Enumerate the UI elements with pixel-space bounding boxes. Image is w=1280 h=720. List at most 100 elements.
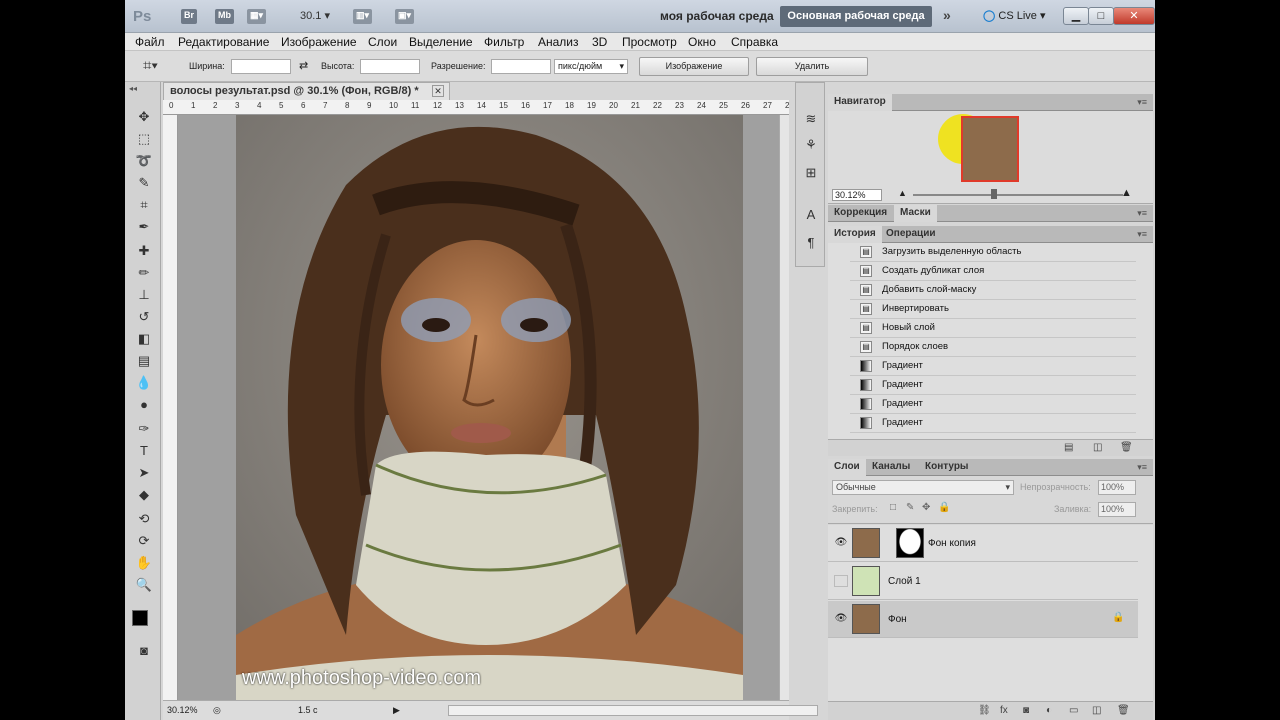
blend-mode-select[interactable]: Обычные ▾ <box>832 480 1014 495</box>
tab-history[interactable]: История <box>828 226 882 243</box>
tab-adjustments[interactable]: Коррекция <box>828 205 893 222</box>
zoom-tool-icon[interactable]: 🔍 <box>135 576 153 594</box>
clear-button[interactable]: Удалить <box>756 57 868 76</box>
layer-mask-thumbnail[interactable] <box>896 528 924 558</box>
front-image-button[interactable]: Изображение <box>639 57 749 76</box>
minibridge-button[interactable]: Mb <box>215 9 234 24</box>
quick-select-tool-icon[interactable]: ✎ <box>135 174 153 192</box>
zoom-in-icon[interactable]: ▲ <box>1121 187 1132 199</box>
marquee-tool-icon[interactable]: ⬚ <box>135 130 153 148</box>
layer-name[interactable]: Фон <box>888 614 907 625</box>
navigator-thumbnail[interactable] <box>961 116 1019 182</box>
3d-orbit-tool-icon[interactable]: ⟳ <box>135 532 153 550</box>
navigator-zoom-slider[interactable] <box>913 194 1123 196</box>
new-document-from-state-icon[interactable]: ▤ <box>1064 442 1073 453</box>
zoom-out-icon[interactable]: ▲ <box>898 188 907 198</box>
tab-actions[interactable]: Операции <box>880 226 942 243</box>
delete-layer-icon[interactable]: 🗑 <box>1117 705 1130 716</box>
character-icon[interactable]: A <box>803 207 819 223</box>
close-document-icon[interactable]: ✕ <box>432 85 444 97</box>
3d-rotate-tool-icon[interactable]: ⟲ <box>135 510 153 528</box>
menu-edit[interactable]: Редактирование <box>178 35 269 49</box>
document-image[interactable]: www.photoshop-video.com <box>236 115 743 700</box>
brush-presets-icon[interactable]: ≋ <box>803 111 819 127</box>
foreground-color-swatch[interactable] <box>132 610 148 626</box>
menu-select[interactable]: Выделение <box>409 35 473 49</box>
tab-paths[interactable]: Контуры <box>919 459 974 476</box>
pen-tool-icon[interactable]: ✑ <box>135 420 153 438</box>
lock-pixels-icon[interactable]: ✎ <box>906 502 914 513</box>
panel-menu-icon[interactable]: ▾≡ <box>1137 462 1147 473</box>
zoom-level[interactable]: 30.12% <box>167 705 198 715</box>
slider-handle[interactable] <box>991 189 997 199</box>
workspace-button[interactable]: Основная рабочая среда <box>780 6 932 27</box>
document-tab[interactable]: волосы результат.psd @ 30.1% (Фон, RGB/8… <box>163 82 450 100</box>
lock-position-icon[interactable]: ✥ <box>922 502 930 513</box>
canvas-area[interactable]: www.photoshop-video.com <box>178 115 789 700</box>
horizontal-scrollbar[interactable] <box>448 705 818 716</box>
menu-view[interactable]: Просмотр <box>622 35 677 49</box>
menu-layers[interactable]: Слои <box>368 35 397 49</box>
status-arrow-icon[interactable]: ▶ <box>393 705 400 716</box>
history-item[interactable]: Градиент <box>850 357 1136 376</box>
type-tool-icon[interactable]: T <box>135 442 153 460</box>
menu-3d[interactable]: 3D <box>592 35 607 49</box>
cs-live[interactable]: ◯ CS Live ▾ <box>983 9 1045 22</box>
workspace-label[interactable]: моя рабочая среда <box>660 9 774 23</box>
panel-menu-icon[interactable]: ▾≡ <box>1137 229 1147 240</box>
layer-row[interactable]: 👁 Фон копия <box>828 525 1138 562</box>
minimize-icon[interactable]: ▁ <box>1063 7 1089 25</box>
menu-analysis[interactable]: Анализ <box>538 35 579 49</box>
visibility-eye-icon[interactable] <box>834 575 848 587</box>
history-item[interactable]: ▤ Создать дубликат слоя <box>850 262 1136 281</box>
link-layers-icon[interactable]: ⛓ <box>978 705 991 716</box>
visibility-eye-icon[interactable]: 👁 <box>834 613 848 625</box>
new-group-icon[interactable]: ▭ <box>1069 705 1078 716</box>
clone-stamp-tool-icon[interactable]: ⊥ <box>135 286 153 304</box>
screen-mode-icon[interactable]: ▣▾ <box>395 9 415 24</box>
history-item[interactable]: Градиент <box>850 414 1136 433</box>
height-input[interactable] <box>360 59 420 74</box>
resolution-input[interactable] <box>491 59 551 74</box>
history-item[interactable]: ▤ Добавить слой-маску <box>850 281 1136 300</box>
layer-row[interactable]: Слой 1 <box>828 563 1138 600</box>
width-input[interactable] <box>231 59 291 74</box>
tab-masks[interactable]: Маски <box>894 205 937 222</box>
history-brush-tool-icon[interactable]: ↺ <box>135 308 153 326</box>
panel-menu-icon[interactable]: ▾≡ <box>1137 97 1147 108</box>
crop-tool-icon[interactable]: ⌗▾ <box>143 57 158 74</box>
menu-help[interactable]: Справка <box>731 35 778 49</box>
close-icon[interactable]: ✕ <box>1113 7 1155 25</box>
new-layer-icon[interactable]: ◫ <box>1092 705 1101 716</box>
lock-transparent-icon[interactable]: □ <box>890 502 896 513</box>
navigator-zoom-input[interactable]: 30.12% <box>832 189 882 201</box>
view-extras-icon[interactable]: ▦▾ <box>247 9 267 24</box>
menu-image[interactable]: Изображение <box>281 35 357 49</box>
arrange-documents-icon[interactable]: ▥▾ <box>353 9 373 24</box>
fill-input[interactable]: 100% <box>1098 502 1136 517</box>
hand-tool-icon[interactable]: ✋ <box>135 554 153 572</box>
healing-brush-tool-icon[interactable]: ✚ <box>135 242 153 260</box>
menu-window[interactable]: Окно <box>688 35 716 49</box>
status-options-icon[interactable]: ◎ <box>213 705 221 716</box>
gradient-tool-icon[interactable]: ▤ <box>135 352 153 370</box>
panel-menu-icon[interactable]: ▾≡ <box>1137 208 1147 219</box>
add-mask-icon[interactable]: ◙ <box>1023 705 1029 716</box>
units-select[interactable]: пикс/дюйм ▾ <box>554 59 628 74</box>
move-tool-icon[interactable]: ✥ <box>135 108 153 126</box>
visibility-eye-icon[interactable]: 👁 <box>834 537 848 549</box>
crop-tool-icon[interactable]: ⌗ <box>135 196 153 214</box>
tab-navigator[interactable]: Навигатор <box>828 94 892 111</box>
layer-row[interactable]: 👁 Фон 🔒 <box>828 601 1138 638</box>
vertical-scrollbar[interactable] <box>779 115 789 700</box>
history-item[interactable]: ▤ Порядок слоев <box>850 338 1136 357</box>
lasso-tool-icon[interactable]: ➰ <box>135 152 153 170</box>
paragraph-icon[interactable]: ¶ <box>803 235 819 251</box>
history-item[interactable]: ▤ Инвертировать <box>850 300 1136 319</box>
history-item[interactable]: Градиент <box>850 376 1136 395</box>
history-item[interactable]: ▤ Загрузить выделенную область <box>850 243 1136 262</box>
swap-icon[interactable]: ⇄ <box>299 59 308 72</box>
brush-tool-icon[interactable]: ✏ <box>135 264 153 282</box>
path-select-tool-icon[interactable]: ➤ <box>135 464 153 482</box>
eraser-tool-icon[interactable]: ◧ <box>135 330 153 348</box>
